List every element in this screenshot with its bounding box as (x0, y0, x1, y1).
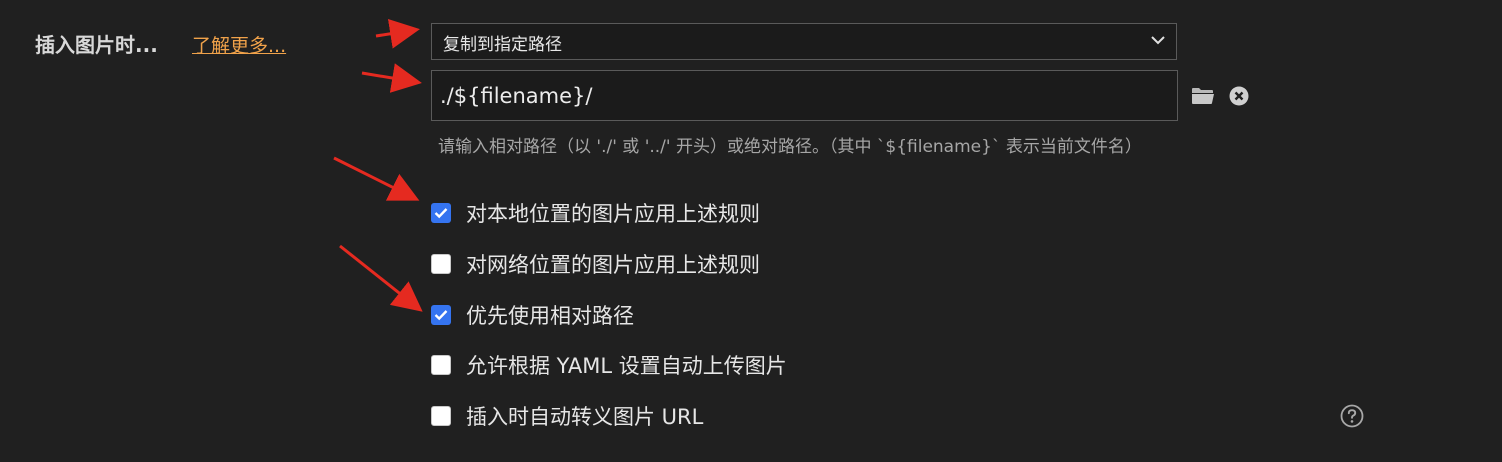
checkbox-unchecked[interactable] (431, 406, 451, 426)
option-escape-image-url[interactable]: 插入时自动转义图片 URL (431, 404, 704, 429)
checkbox-checked[interactable] (431, 305, 451, 325)
option-apply-network-images[interactable]: 对网络位置的图片应用上述规则 (431, 252, 760, 277)
clear-icon[interactable] (1229, 86, 1249, 106)
checkbox-unchecked[interactable] (431, 254, 451, 274)
checkbox-checked[interactable] (431, 203, 451, 223)
option-yaml-auto-upload[interactable]: 允许根据 YAML 设置自动上传图片 (431, 353, 787, 378)
image-path-input[interactable] (431, 70, 1178, 121)
checkmark-icon (434, 208, 448, 219)
option-label: 插入时自动转义图片 URL (466, 405, 704, 429)
chevron-down-icon (1151, 36, 1165, 45)
arrow-to-local-option (333, 156, 420, 201)
arrow-to-path-input (361, 63, 422, 93)
option-label: 对本地位置的图片应用上述规则 (466, 202, 760, 226)
option-apply-local-images[interactable]: 对本地位置的图片应用上述规则 (431, 201, 760, 226)
help-icon[interactable] (1340, 404, 1364, 428)
arrow-to-dropdown (375, 18, 420, 49)
arrow-to-relative-option (339, 244, 423, 312)
option-label: 允许根据 YAML 设置自动上传图片 (466, 354, 787, 378)
option-label: 优先使用相对路径 (466, 304, 634, 328)
path-hint-text: 请输入相对路径（以 './' 或 '../' 开头）或绝对路径。（其中 `${f… (438, 137, 1142, 157)
option-label: 对网络位置的图片应用上述规则 (466, 253, 760, 277)
dropdown-selected-value: 复制到指定路径 (443, 35, 562, 55)
learn-more-link[interactable]: 了解更多... (192, 31, 286, 58)
checkbox-unchecked[interactable] (431, 355, 451, 375)
option-prefer-relative-path[interactable]: 优先使用相对路径 (431, 303, 634, 328)
image-insert-action-select[interactable]: 复制到指定路径 (431, 23, 1177, 60)
folder-icon[interactable] (1191, 86, 1215, 106)
section-title: 插入图片时... (35, 33, 158, 57)
checkmark-icon (434, 310, 448, 321)
